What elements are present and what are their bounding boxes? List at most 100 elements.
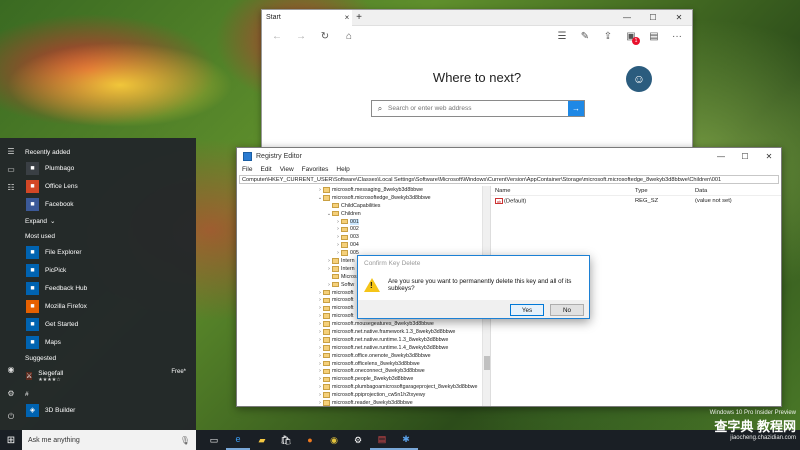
regedit-icon[interactable]: ✱ (394, 430, 418, 450)
avatar[interactable]: ☺ (626, 66, 652, 92)
reading-view-icon[interactable]: ▤ (643, 27, 665, 45)
tree-row[interactable]: › microsoft.mousegeatures_8wekyb3d8bbwe (237, 320, 490, 328)
tree-row[interactable]: ChildCapabilities (237, 202, 490, 210)
start-app-item[interactable]: ■ Feedback Hub (22, 279, 196, 297)
edge-icon[interactable]: e (226, 430, 250, 450)
no-button[interactable]: No (550, 304, 584, 316)
start-app-item[interactable]: ■ Facebook (22, 195, 196, 213)
menu-help[interactable]: Help (336, 166, 349, 173)
tree-row[interactable]: › microsoft.messaging_8wekyb3d8bbwe (237, 186, 490, 194)
tree-row[interactable]: ⌄ Children (237, 210, 490, 218)
start-app-item[interactable]: ■ Get Started (22, 315, 196, 333)
minimize-button[interactable]: — (709, 152, 733, 161)
tree-row[interactable]: ⌄ microsoft.microsoftedge_8wekyb3d8bbwe (237, 194, 490, 202)
tree-row[interactable]: › 002 (237, 225, 490, 233)
tree-row-label: microsoft.ppiprojection_cw5n1h2txyewy (332, 392, 426, 399)
windows-start-icon[interactable]: ⊞ (0, 430, 22, 450)
start-app-item[interactable]: ■ Office Lens (22, 177, 196, 195)
value-data: (value not set) (695, 198, 732, 204)
dialog-body: ! Are you sure you want to permanently d… (358, 270, 589, 300)
tree-row[interactable]: › microsoft.net.native.framework.1.3_8wek… (237, 328, 490, 336)
expand-button[interactable]: Expand ⌄ (22, 213, 196, 229)
forward-arrow-icon[interactable]: → (290, 27, 312, 45)
photos-icon[interactable]: ▤ (370, 430, 394, 450)
tree-row[interactable]: › microsoft.net.native.runtime.1.3_8wekyb… (237, 336, 490, 344)
value-row[interactable]: ab (Default) REG_SZ (value not set) (491, 196, 781, 206)
app-3d-builder[interactable]: ◈ 3D Builder (22, 401, 196, 419)
close-button[interactable]: ✕ (666, 13, 692, 22)
tree-row[interactable]: › microsoft.plumbagoamicrosoftgarageproje… (237, 383, 490, 391)
home-icon[interactable]: ⌂ (338, 27, 360, 45)
hamburger-icon[interactable]: ☰ (0, 142, 22, 160)
folder-icon (323, 329, 330, 335)
tab-start[interactable]: Start × (262, 9, 352, 26)
column-type[interactable]: Type (631, 188, 691, 194)
tree-row[interactable]: › microsoft.reader_8wekyb3d8bbwe (237, 399, 490, 406)
folder-icon (341, 250, 348, 256)
menu-favorites[interactable]: Favorites (302, 166, 329, 173)
back-arrow-icon[interactable]: ← (266, 27, 288, 45)
suggested-app[interactable]: ⚔ Siegefall ★★★★☆ Free* (22, 365, 196, 387)
tree-row[interactable]: › 004 (237, 241, 490, 249)
microphone-icon[interactable]: 🎙 (180, 436, 190, 445)
more-icon[interactable]: ··· (666, 27, 688, 45)
start-app-item[interactable]: ■ Mozilla Firefox (22, 297, 196, 315)
start-app-item[interactable]: ■ Plumbago (22, 159, 196, 177)
tree-row[interactable]: › microsoft.ppiprojection_cw5n1h2txyewy (237, 391, 490, 399)
start-app-item[interactable]: ■ File Explorer (22, 243, 196, 261)
tree-row[interactable]: › 001 (237, 218, 490, 226)
start-app-item[interactable]: ■ Maps (22, 333, 196, 351)
menu-file[interactable]: File (242, 166, 252, 173)
minimize-button[interactable]: — (614, 13, 640, 22)
tree-row[interactable]: › microsoft.oneconnect_8wekyb3d8bbwe (237, 367, 490, 375)
scrollbar-thumb[interactable] (484, 356, 490, 370)
search-box[interactable]: ⌕ → (371, 100, 585, 117)
menu-edit[interactable]: Edit (260, 166, 271, 173)
tree-row[interactable]: › microsoft.officelens_8wekyb3d8bbwe (237, 360, 490, 368)
web-note-icon[interactable]: ✎ (574, 27, 596, 45)
settings-icon[interactable]: ⚙ (346, 430, 370, 450)
new-tab-button[interactable]: + (352, 12, 366, 23)
tab-close-icon[interactable]: × (342, 13, 352, 22)
get-started-icon: ■ (26, 317, 39, 331)
regedit-app-icon (243, 151, 252, 161)
value-type: REG_SZ (635, 198, 659, 204)
go-arrow-icon[interactable]: → (568, 101, 584, 116)
search-input[interactable] (388, 105, 568, 112)
maximize-button[interactable]: ☐ (640, 13, 666, 22)
settings-gear-icon[interactable]: ⚙ (0, 384, 22, 402)
regedit-title: Registry Editor (256, 152, 302, 160)
hub-icon[interactable]: ☰ (551, 27, 573, 45)
column-data[interactable]: Data (691, 188, 781, 194)
chrome-icon[interactable]: ◉ (322, 430, 346, 450)
all-apps-icon[interactable]: ☷ (0, 178, 22, 196)
close-button[interactable]: ✕ (757, 152, 781, 161)
maximize-button[interactable]: ☐ (733, 152, 757, 161)
store-icon[interactable]: 🛍 (274, 430, 298, 450)
rating-stars: ★★★★☆ (38, 376, 61, 383)
plumbago-icon: ■ (26, 161, 39, 175)
address-bar[interactable]: Computer\HKEY_CURRENT_USER\Software\Clas… (239, 175, 779, 184)
cortana-search-box[interactable]: Ask me anything 🎙 (22, 430, 196, 450)
price-label: Free* (171, 369, 186, 375)
tree-row-label: Micros (341, 273, 357, 280)
firefox-icon[interactable]: ● (298, 430, 322, 450)
start-app-item[interactable]: ■ PicPick (22, 261, 196, 279)
share-icon[interactable]: ⇪ (597, 27, 619, 45)
power-icon[interactable]: ⏻ (0, 408, 22, 426)
file-explorer-icon[interactable]: ▰ (250, 430, 274, 450)
tree-row[interactable]: › microsoft.office.onenote_8wekyb3d8bbwe (237, 352, 490, 360)
maps-icon: ■ (26, 335, 39, 349)
refresh-icon[interactable]: ↻ (314, 27, 336, 45)
tree-row[interactable]: › 003 (237, 233, 490, 241)
column-name[interactable]: Name (491, 188, 631, 194)
user-avatar-icon[interactable]: ◉ (0, 360, 22, 378)
task-view-icon[interactable]: ▭ (202, 430, 226, 450)
tiles-icon[interactable]: ▭ (0, 160, 22, 178)
extension-icon[interactable]: ▣ 1 (620, 27, 642, 45)
yes-button[interactable]: Yes (510, 304, 544, 316)
tree-row[interactable]: › microsoft.people_8wekyb3d8bbwe (237, 375, 490, 383)
menu-view[interactable]: View (280, 166, 294, 173)
3d-builder-icon: ◈ (26, 403, 39, 417)
tree-row[interactable]: › microsoft.net.native.runtime.1.4_8wekyb… (237, 344, 490, 352)
